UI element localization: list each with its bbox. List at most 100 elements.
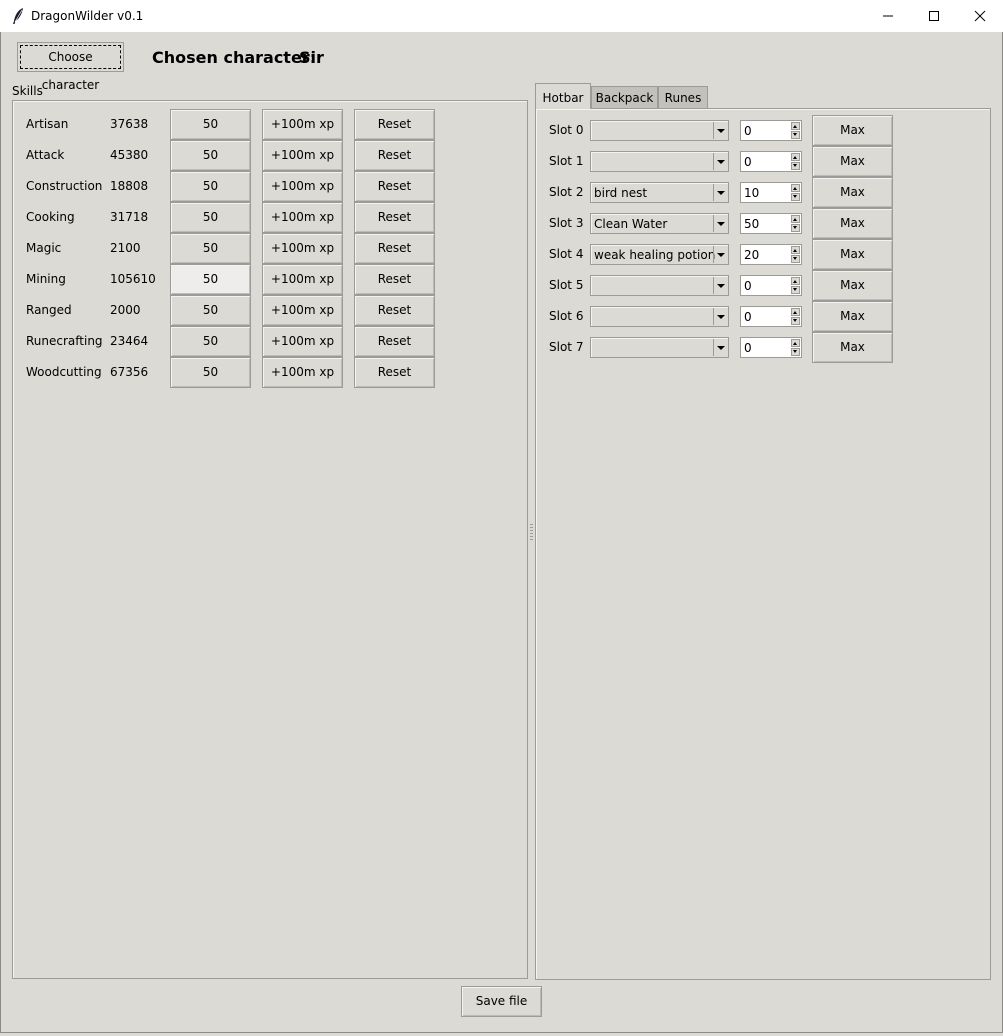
- add-xp-button[interactable]: +100m xp: [262, 171, 343, 202]
- reset-button[interactable]: Reset: [354, 326, 435, 357]
- slot-quantity-spinbox[interactable]: 0: [740, 337, 802, 358]
- slot-quantity-spinbox[interactable]: 0: [740, 120, 802, 141]
- spin-down-icon[interactable]: [791, 286, 800, 294]
- slot-quantity-value: 0: [744, 155, 752, 169]
- chevron-down-icon[interactable]: [713, 308, 727, 325]
- slot-quantity-spinbox[interactable]: 0: [740, 275, 802, 296]
- slot-item-combobox[interactable]: [590, 120, 729, 141]
- tab-hotbar[interactable]: Hotbar: [535, 83, 591, 109]
- spin-up-icon[interactable]: [791, 122, 800, 130]
- spin-down-icon[interactable]: [791, 224, 800, 232]
- max-button[interactable]: Max: [812, 115, 893, 146]
- chosen-character-value: Sir: [299, 48, 324, 67]
- feather-icon: [13, 8, 23, 24]
- spin-down-icon[interactable]: [791, 193, 800, 201]
- max-button[interactable]: Max: [812, 270, 893, 301]
- reset-button[interactable]: Reset: [354, 171, 435, 202]
- chevron-down-icon[interactable]: [713, 184, 727, 201]
- tab-backpack[interactable]: Backpack: [591, 86, 658, 108]
- slot-item-value: bird nest: [594, 186, 648, 200]
- slot-item-combobox[interactable]: weak healing potion: [590, 244, 729, 265]
- spin-up-icon[interactable]: [791, 308, 800, 316]
- spin-down-icon[interactable]: [791, 162, 800, 170]
- title-bar[interactable]: DragonWilder v0.1: [0, 0, 1003, 33]
- slot-quantity-spinbox[interactable]: 20: [740, 244, 802, 265]
- minimize-button[interactable]: [865, 0, 911, 32]
- max-button[interactable]: Max: [812, 177, 893, 208]
- choose-character-button[interactable]: Choose character: [17, 42, 124, 92]
- spin-down-icon[interactable]: [791, 131, 800, 139]
- close-button[interactable]: [957, 0, 1003, 32]
- slot-label: Slot 1: [549, 154, 584, 168]
- skill-xp: 2100: [110, 241, 141, 255]
- level-button[interactable]: 50: [170, 357, 251, 388]
- level-button[interactable]: 50: [170, 233, 251, 264]
- spin-up-icon[interactable]: [791, 277, 800, 285]
- slot-item-value: Clean Water: [594, 217, 668, 231]
- chevron-down-icon[interactable]: [713, 339, 727, 356]
- add-xp-button[interactable]: +100m xp: [262, 357, 343, 388]
- slot-item-combobox[interactable]: [590, 151, 729, 172]
- chevron-down-icon[interactable]: [713, 153, 727, 170]
- spin-up-icon[interactable]: [791, 184, 800, 192]
- slot-quantity-spinbox[interactable]: 10: [740, 182, 802, 203]
- slot-item-combobox[interactable]: [590, 306, 729, 327]
- skill-name: Construction: [26, 179, 103, 193]
- spin-up-icon[interactable]: [791, 339, 800, 347]
- slot-quantity-spinbox[interactable]: 50: [740, 213, 802, 234]
- spin-up-icon[interactable]: [791, 215, 800, 223]
- slot-label: Slot 5: [549, 278, 584, 292]
- reset-button[interactable]: Reset: [354, 202, 435, 233]
- max-button[interactable]: Max: [812, 332, 893, 363]
- slot-label: Slot 0: [549, 123, 584, 137]
- add-xp-button[interactable]: +100m xp: [262, 326, 343, 357]
- level-button[interactable]: 50: [170, 202, 251, 233]
- level-button[interactable]: 50: [170, 171, 251, 202]
- max-button[interactable]: Max: [812, 301, 893, 332]
- save-file-button[interactable]: Save file: [461, 986, 542, 1017]
- chevron-down-icon[interactable]: [713, 122, 727, 139]
- reset-button[interactable]: Reset: [354, 140, 435, 171]
- add-xp-button[interactable]: +100m xp: [262, 264, 343, 295]
- chevron-down-icon[interactable]: [713, 215, 727, 232]
- add-xp-button[interactable]: +100m xp: [262, 140, 343, 171]
- level-button[interactable]: 50: [170, 264, 251, 295]
- level-button[interactable]: 50: [170, 295, 251, 326]
- max-button[interactable]: Max: [812, 239, 893, 270]
- slot-quantity-spinbox[interactable]: 0: [740, 306, 802, 327]
- maximize-button[interactable]: [911, 0, 957, 32]
- slot-item-combobox[interactable]: bird nest: [590, 182, 729, 203]
- add-xp-button[interactable]: +100m xp: [262, 295, 343, 326]
- spin-down-icon[interactable]: [791, 255, 800, 263]
- spin-down-icon[interactable]: [791, 317, 800, 325]
- reset-button[interactable]: Reset: [354, 264, 435, 295]
- spin-down-icon[interactable]: [791, 348, 800, 356]
- spin-up-icon[interactable]: [791, 246, 800, 254]
- reset-button[interactable]: Reset: [354, 109, 435, 140]
- slot-quantity-value: 0: [744, 124, 752, 138]
- skill-xp: 67356: [110, 365, 149, 379]
- reset-button[interactable]: Reset: [354, 295, 435, 326]
- chevron-down-icon[interactable]: [713, 246, 727, 263]
- tab-runes[interactable]: Runes: [658, 86, 708, 108]
- slot-quantity-spinbox[interactable]: 0: [740, 151, 802, 172]
- add-xp-button[interactable]: +100m xp: [262, 233, 343, 264]
- slot-item-combobox[interactable]: Clean Water: [590, 213, 729, 234]
- slot-item-combobox[interactable]: [590, 275, 729, 296]
- level-button[interactable]: 50: [170, 109, 251, 140]
- add-xp-button[interactable]: +100m xp: [262, 109, 343, 140]
- reset-button[interactable]: Reset: [354, 233, 435, 264]
- skill-xp: 31718: [110, 210, 149, 224]
- max-button[interactable]: Max: [812, 208, 893, 239]
- pane-sash-grip[interactable]: [530, 524, 533, 542]
- slot-item-combobox[interactable]: [590, 337, 729, 358]
- skill-name: Mining: [26, 272, 66, 286]
- spin-up-icon[interactable]: [791, 153, 800, 161]
- max-button[interactable]: Max: [812, 146, 893, 177]
- level-button[interactable]: 50: [170, 140, 251, 171]
- level-button[interactable]: 50: [170, 326, 251, 357]
- skill-name: Magic: [26, 241, 62, 255]
- add-xp-button[interactable]: +100m xp: [262, 202, 343, 233]
- reset-button[interactable]: Reset: [354, 357, 435, 388]
- chevron-down-icon[interactable]: [713, 277, 727, 294]
